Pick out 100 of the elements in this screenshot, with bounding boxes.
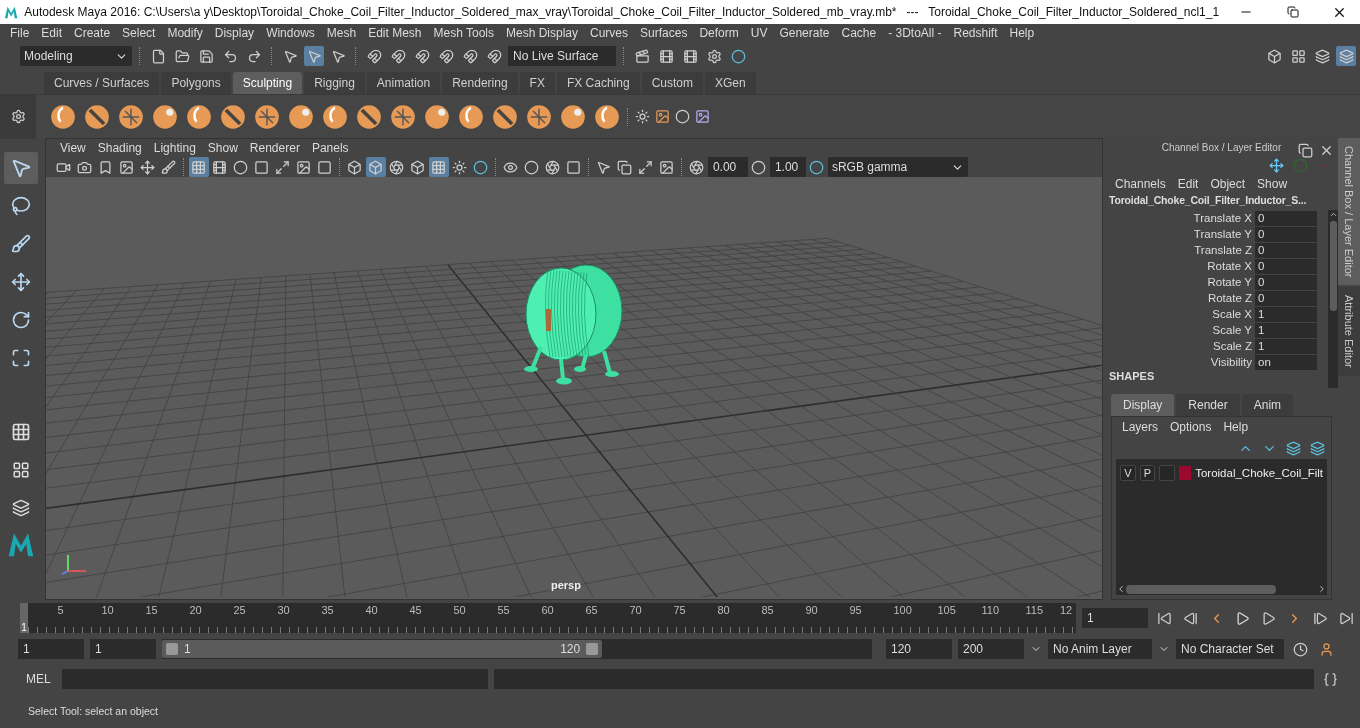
playback-start-field[interactable]: 1 — [90, 639, 156, 659]
shelf-tab[interactable]: Rigging — [304, 72, 365, 94]
visibility-toggle[interactable]: V — [1120, 465, 1136, 481]
scroll-left-icon[interactable] — [1116, 584, 1126, 594]
menu-item[interactable]: Surfaces — [634, 26, 694, 40]
menu-item[interactable]: Mesh Display — [500, 26, 585, 40]
menu-item[interactable]: Cache — [835, 26, 883, 40]
checker-icon[interactable] — [428, 157, 449, 177]
menu-item[interactable]: Deform — [693, 26, 745, 40]
menu-item[interactable]: Object — [1204, 177, 1252, 191]
playback-end-field[interactable]: 120 — [886, 639, 952, 659]
channel-value-field[interactable]: 0 — [1255, 226, 1317, 242]
shaded-icon[interactable] — [365, 157, 386, 177]
menu-item[interactable]: Help — [1217, 420, 1255, 434]
mode-dropdown[interactable]: Modeling — [20, 46, 132, 66]
sculpt-brush-icon[interactable] — [152, 103, 178, 130]
panel-menu-item[interactable]: Shading — [91, 141, 148, 155]
menu-item[interactable]: Options — [1164, 420, 1218, 434]
menu-item[interactable]: Redshift — [947, 26, 1004, 40]
end-time-field[interactable]: 200 — [958, 639, 1024, 659]
shelf-tab[interactable]: Rendering — [442, 72, 518, 94]
shelf-tab[interactable]: Animation — [366, 72, 441, 94]
current-frame-marker[interactable]: 1 — [20, 603, 28, 633]
sculpt-brush-icon[interactable] — [288, 103, 314, 130]
menu-item[interactable]: Edit — [1171, 177, 1205, 191]
shelf-tab[interactable]: Custom — [641, 72, 703, 94]
panel-menu-item[interactable]: View — [53, 141, 92, 155]
character-set-field[interactable]: No Character Set — [1176, 639, 1284, 659]
layer-name[interactable]: Toroidal_Choke_Coil_Filt — [1195, 467, 1323, 479]
channel-box-icon[interactable] — [1336, 46, 1356, 66]
layer-tab[interactable]: Render — [1176, 394, 1240, 416]
shelf-tab[interactable]: Curves / Surfaces — [44, 72, 160, 94]
channel-value-field[interactable]: 0 — [1255, 242, 1317, 258]
menu-item[interactable]: - 3DtoAll - — [882, 26, 948, 40]
grid-icon[interactable] — [188, 157, 209, 177]
panel-menu-item[interactable]: Renderer — [243, 141, 306, 155]
range-slider-track[interactable]: 1 120 — [162, 639, 872, 659]
sculpt-brush-icon[interactable] — [492, 103, 518, 130]
menu-item[interactable]: Help — [1003, 26, 1041, 40]
menu-item[interactable]: File — [4, 26, 36, 40]
live-surface-field[interactable]: No Live Surface — [508, 46, 616, 66]
shelf-tab[interactable]: FX Caching — [556, 72, 640, 94]
color-space-dropdown[interactable]: sRGB gamma — [827, 157, 968, 177]
menu-item[interactable]: Modify — [161, 26, 209, 40]
menu-item[interactable]: UV — [744, 26, 774, 40]
sculpt-brush-icon[interactable] — [118, 103, 144, 130]
sculpt-brush-icon[interactable] — [50, 103, 76, 130]
sculpt-brush-icon[interactable] — [390, 103, 416, 130]
channel-value-field[interactable]: 0 — [1255, 210, 1317, 226]
panel-menu-item[interactable]: Show — [201, 141, 244, 155]
shelf-tab[interactable]: Sculpting — [232, 72, 303, 94]
sculpt-brush-icon[interactable] — [84, 103, 110, 130]
select-tool-icon[interactable] — [4, 152, 39, 184]
sculpt-brush-icon[interactable] — [254, 103, 280, 130]
select-object-icon[interactable] — [304, 46, 324, 66]
sculpt-brush-icon[interactable] — [424, 103, 450, 130]
menu-item[interactable]: Mesh Tools — [427, 26, 500, 40]
channel-value-field[interactable]: on — [1255, 354, 1317, 370]
menu-item[interactable]: Layers — [1116, 420, 1165, 434]
side-tab[interactable]: Channel Box / Layer Editor — [1338, 138, 1360, 286]
menu-item[interactable]: Edit — [35, 26, 69, 40]
gamma-field[interactable]: 1.00 — [769, 157, 806, 177]
sculpt-brush-icon[interactable] — [356, 103, 382, 130]
layer-tab[interactable]: Display — [1111, 394, 1175, 416]
layer-color-swatch[interactable] — [1179, 466, 1192, 480]
panel-menu-item[interactable]: Panels — [305, 141, 355, 155]
channel-value-field[interactable]: 1 — [1255, 338, 1317, 354]
menu-item[interactable]: Select — [116, 26, 162, 40]
scroll-right-icon[interactable] — [1317, 584, 1327, 594]
sculpt-brush-icon[interactable] — [526, 103, 552, 130]
exposure-field[interactable]: 0.00 — [707, 157, 748, 177]
menu-item[interactable]: Channels — [1109, 177, 1172, 191]
command-input-field[interactable] — [62, 669, 488, 689]
time-slider[interactable]: 1 5 10 15 20 25 30 35 40 45 50 55 60 65 70 75 80 85 90 95 100 105 110 115 12 — [20, 603, 1076, 633]
current-frame-field[interactable]: 1 — [1082, 608, 1148, 628]
scrollbar[interactable] — [1116, 583, 1327, 595]
start-time-field[interactable]: 1 — [18, 639, 84, 659]
scroll-up-icon[interactable] — [1328, 210, 1338, 219]
channel-value-field[interactable]: 0 — [1255, 274, 1317, 290]
sculpt-brush-icon[interactable] — [220, 103, 246, 130]
shelf-tab[interactable]: FX — [519, 72, 555, 94]
menu-item[interactable]: Show — [1251, 177, 1294, 191]
sculpt-brush-icon[interactable] — [458, 103, 484, 130]
sculpt-brush-icon[interactable] — [560, 103, 586, 130]
anim-layer-field[interactable]: No Anim Layer — [1048, 639, 1152, 659]
display-type-toggle[interactable] — [1159, 465, 1175, 481]
layer-tab[interactable]: Anim — [1241, 394, 1294, 416]
menu-item[interactable]: Curves — [584, 26, 635, 40]
channel-value-field[interactable]: 1 — [1255, 322, 1317, 338]
menu-item[interactable]: Create — [68, 26, 117, 40]
playback-toggle[interactable]: P — [1139, 465, 1156, 481]
side-tab[interactable]: Attribute Editor — [1338, 287, 1360, 377]
menu-item[interactable]: Windows — [260, 26, 321, 40]
sculpt-brush-icon[interactable] — [322, 103, 348, 130]
menu-item[interactable]: Mesh — [320, 26, 363, 40]
channel-value-field[interactable]: 0 — [1255, 290, 1317, 306]
scrollbar[interactable] — [1328, 210, 1338, 388]
menu-item[interactable]: Edit Mesh — [362, 26, 428, 40]
command-language-label[interactable]: MEL — [26, 672, 56, 686]
range-slider-fill[interactable] — [162, 640, 603, 658]
